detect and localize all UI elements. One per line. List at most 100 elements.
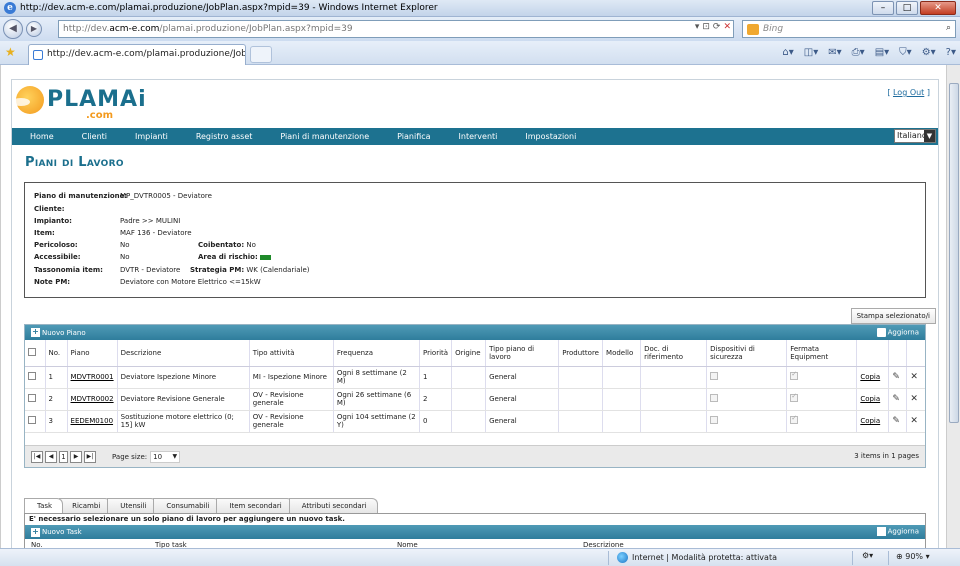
row-checkbox[interactable] — [28, 372, 36, 380]
favorites-star-icon[interactable]: ★ — [5, 45, 16, 59]
logout-link[interactable]: Log Out — [893, 88, 924, 97]
menu-item-pianifica[interactable]: Pianifica — [383, 132, 444, 141]
table-row[interactable]: 2 MDVTR0002 Deviatore Revisione Generale… — [25, 388, 925, 411]
delete-icon[interactable]: ✕ — [910, 416, 918, 426]
tab-utensili[interactable]: Utensili — [107, 498, 158, 513]
edit-pencil-icon[interactable]: ✎ — [892, 416, 900, 426]
security-zone[interactable]: Internet | Modalità protetta: attivata — [617, 552, 777, 563]
plus-icon[interactable]: + — [31, 527, 40, 537]
help-icon[interactable]: ?▾ — [946, 47, 956, 58]
plan-link[interactable]: MDVTR0001 — [71, 373, 114, 381]
refresh-button[interactable]: Aggiorna — [888, 329, 919, 337]
page-menu-icon[interactable]: ▤▾ — [875, 47, 889, 58]
task-panel: E' necessario selezionare un solo piano … — [24, 513, 926, 551]
tab-ricambi[interactable]: Ricambi — [59, 498, 112, 513]
menu-item-registro-asset[interactable]: Registro asset — [182, 132, 267, 141]
new-plan-button[interactable]: Nuovo Piano — [42, 329, 86, 337]
edit-pencil-icon[interactable]: ✎ — [892, 394, 900, 404]
search-icon[interactable]: ⌕ — [946, 23, 951, 33]
column-header[interactable]: Doc. di riferimento — [640, 340, 707, 367]
plan-link[interactable]: EEDEM0100 — [71, 417, 114, 425]
scrollbar-thumb[interactable] — [949, 83, 959, 423]
menu-item-piani-manutenzione[interactable]: Piani di manutenzione — [266, 132, 383, 141]
column-header[interactable]: Tipo piano di lavoro — [485, 340, 559, 367]
home-icon[interactable]: ⌂▾ — [782, 47, 793, 58]
refresh-icon[interactable] — [876, 527, 886, 536]
address-bar[interactable]: http://dev. acm-e.com/plamai.produzione/J… — [58, 20, 734, 38]
cell-descrizione: Sostituzione motore elettrico (0; 15] kW — [116, 410, 250, 433]
column-header[interactable]: Fermata Equipment — [786, 340, 857, 367]
tab-consumabili[interactable]: Consumabili — [153, 498, 221, 513]
info-label: Area di rischio: — [198, 253, 258, 261]
plamai-logo[interactable]: PLAMAi .com — [12, 86, 147, 121]
edit-pencil-icon[interactable]: ✎ — [892, 372, 900, 382]
refresh-icon[interactable]: ⟳ — [713, 22, 721, 32]
cell-doc — [640, 410, 707, 433]
tab-task[interactable]: Task — [24, 498, 64, 513]
search-input[interactable]: Bing ⌕ — [742, 20, 956, 38]
stop-icon[interactable]: ✕ — [723, 22, 731, 32]
column-header[interactable]: Priorità — [418, 340, 452, 367]
delete-icon[interactable]: ✕ — [910, 372, 918, 382]
forward-button[interactable]: ▶ — [26, 21, 42, 37]
row-checkbox[interactable] — [28, 394, 36, 402]
next-page-button[interactable]: ▶ — [70, 450, 82, 463]
menu-item-impianti[interactable]: Impianti — [121, 132, 182, 141]
copy-link[interactable]: Copia — [860, 417, 880, 425]
dropdown-arrow-icon[interactable]: ▾ — [695, 22, 700, 32]
feeds-icon[interactable]: ◫▾ — [804, 47, 818, 58]
prev-page-button[interactable]: ◀ — [45, 450, 57, 463]
copy-link[interactable]: Copia — [860, 395, 880, 403]
print-selected-button[interactable]: Stampa selezionato/i — [850, 308, 936, 324]
zoom-level[interactable]: ⊕ 90% ▾ — [896, 552, 930, 561]
browser-tab[interactable]: http://dev.acm-e.com/plamai.produzione/J… — [28, 44, 246, 65]
new-task-button[interactable]: Nuovo Task — [42, 528, 82, 536]
refresh-icon[interactable] — [876, 328, 886, 337]
vertical-scrollbar[interactable] — [946, 65, 960, 548]
column-header[interactable]: Frequenza — [332, 340, 420, 367]
app-page: PLAMAi .com [ Log Out ] Home Clienti Imp… — [11, 79, 939, 551]
row-checkbox[interactable] — [28, 416, 36, 424]
close-window-button[interactable]: ✕ — [920, 1, 956, 15]
minimize-button[interactable]: – — [872, 1, 894, 15]
first-page-button[interactable]: |◀ — [31, 450, 43, 463]
column-header[interactable]: Modello — [602, 340, 641, 367]
table-row[interactable]: 1 MDVTR0001 Deviatore Ispezione Minore M… — [25, 366, 925, 389]
new-tab-button[interactable] — [250, 46, 272, 63]
compatibility-icon[interactable]: ⊡ — [702, 22, 710, 32]
menu-item-impostazioni[interactable]: Impostazioni — [511, 132, 590, 141]
page-size-select[interactable]: 10 ▼ — [150, 450, 181, 463]
page-number-button[interactable]: 1 — [59, 450, 68, 463]
menu-item-clienti[interactable]: Clienti — [68, 132, 121, 141]
column-header[interactable]: Tipo attività — [248, 340, 334, 367]
cell-modello — [602, 366, 641, 389]
maximize-button[interactable]: □ — [896, 1, 918, 15]
print-icon[interactable]: ⎙▾ — [852, 47, 865, 58]
column-header[interactable]: No. — [44, 340, 68, 367]
last-page-button[interactable]: ▶| — [84, 450, 96, 463]
column-header[interactable]: Dispositivi di sicurezza — [706, 340, 787, 367]
menu-item-interventi[interactable]: Interventi — [445, 132, 512, 141]
menu-item-home[interactable]: Home — [12, 132, 68, 141]
language-select[interactable]: Italiano ▼ — [894, 129, 936, 143]
back-button[interactable]: ◀ — [3, 19, 23, 39]
column-header[interactable]: Piano — [66, 340, 118, 367]
tools-gear-icon[interactable]: ⚙▾ — [922, 47, 936, 58]
plan-link[interactable]: MDVTR0002 — [71, 395, 114, 403]
mail-icon[interactable]: ✉▾ — [828, 47, 841, 58]
equipment-stop-checkbox — [790, 414, 799, 424]
add-on-icon[interactable]: ⚙▾ — [862, 551, 873, 560]
delete-icon[interactable]: ✕ — [910, 394, 918, 404]
tab-attributi-secondari[interactable]: Attributi secondari — [288, 498, 378, 513]
column-header[interactable]: Produttore — [558, 340, 603, 367]
job-plan-grid: + Nuovo Piano Aggiorna No. Piano Descriz… — [24, 324, 926, 468]
column-header[interactable]: Descrizione — [116, 340, 250, 367]
plus-icon[interactable]: + — [31, 328, 40, 337]
select-all-checkbox[interactable] — [28, 347, 36, 356]
copy-link[interactable]: Copia — [860, 373, 880, 381]
safety-icon[interactable]: ⛉▾ — [899, 47, 912, 58]
column-header[interactable]: Origine — [451, 340, 486, 367]
tab-item-secondari[interactable]: Item secondari — [216, 498, 293, 513]
task-refresh-button[interactable]: Aggiorna — [888, 528, 919, 536]
table-row[interactable]: 3 EEDEM0100 Sostituzione motore elettric… — [25, 410, 925, 433]
